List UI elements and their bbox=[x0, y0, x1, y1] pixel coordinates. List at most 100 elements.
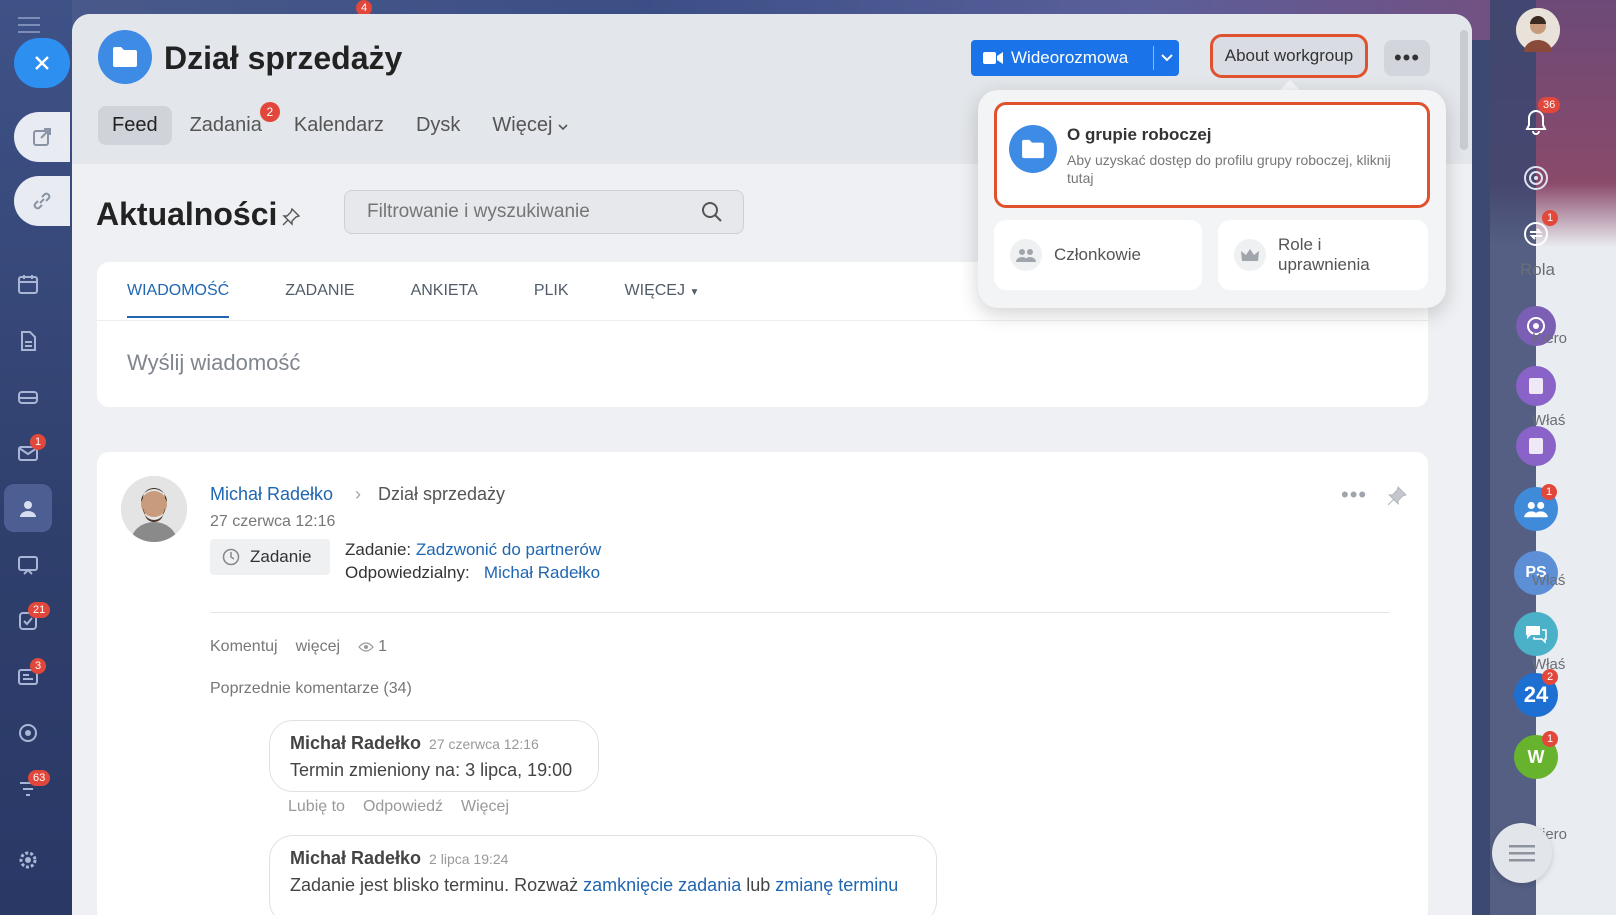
scrollbar[interactable] bbox=[1460, 30, 1468, 150]
comment-bubble: Michał Radełko 27 czerwca 12:16 Termin zm… bbox=[269, 720, 599, 792]
chevron-down-icon bbox=[1160, 54, 1173, 62]
board-icon[interactable] bbox=[14, 551, 42, 579]
views: 1 bbox=[358, 638, 387, 656]
group-avatar bbox=[98, 30, 152, 84]
members-item[interactable]: Członkowie bbox=[994, 220, 1202, 290]
reply-link[interactable]: Odpowiedź bbox=[363, 798, 443, 816]
target-icon[interactable] bbox=[14, 719, 42, 747]
comment-text-part: lub bbox=[741, 875, 776, 895]
caret-down-icon: ▼ bbox=[689, 287, 700, 298]
more-options-button[interactable]: ••• bbox=[1384, 40, 1430, 76]
tab-more-label: Więcej bbox=[492, 114, 553, 136]
open-menu-button[interactable] bbox=[1492, 823, 1552, 883]
composer-tab-more[interactable]: WIĘCEJ ▼ bbox=[625, 282, 700, 318]
hamburger-icon[interactable] bbox=[18, 16, 40, 39]
calendar-icon[interactable] bbox=[14, 270, 42, 298]
tab-drive[interactable]: Dysk bbox=[402, 106, 474, 145]
pin-icon[interactable] bbox=[282, 207, 301, 231]
previous-comments-link[interactable]: Poprzednie komentarze (34) bbox=[210, 680, 412, 698]
composer-divider bbox=[97, 320, 1428, 321]
roles-item[interactable]: Role i uprawnienia bbox=[1218, 220, 1428, 290]
about-workgroup-button[interactable]: About workgroup bbox=[1210, 34, 1368, 78]
tab-more[interactable]: Więcej bbox=[478, 106, 582, 145]
tab-tasks[interactable]: Zadania 2 bbox=[176, 102, 280, 145]
responsible-name[interactable]: Michał Radełko bbox=[484, 563, 600, 582]
author-avatar[interactable] bbox=[121, 476, 187, 542]
members-icon bbox=[1010, 239, 1042, 271]
task-prefix: Zadanie: bbox=[345, 540, 412, 559]
comment-date[interactable]: 2 lipca 19:24 bbox=[429, 851, 508, 867]
comment-author[interactable]: Michał Radełko bbox=[290, 848, 421, 868]
post-pin-icon[interactable] bbox=[1387, 486, 1407, 511]
chevron-right-icon: › bbox=[355, 484, 361, 504]
close-button[interactable] bbox=[14, 38, 70, 88]
like-link[interactable]: Lubię to bbox=[288, 798, 345, 816]
composer-tab-file[interactable]: PLIK bbox=[534, 282, 569, 318]
comment-bubble: Michał Radełko 2 lipca 19:24 Zadanie jest… bbox=[269, 835, 937, 915]
feed-post: Michał Radełko › Dział sprzedaży 27 czer… bbox=[97, 452, 1428, 915]
task-line: Zadanie: Zadzwonić do partnerów bbox=[345, 540, 601, 560]
composer-tab-task[interactable]: ZADANIE bbox=[285, 282, 354, 318]
folder-icon bbox=[1009, 125, 1057, 173]
post-date[interactable]: 27 czerwca 12:16 bbox=[210, 513, 335, 531]
task-link[interactable]: Zadzwonić do partnerów bbox=[416, 540, 601, 559]
responsible-label: Odpowiedzialny: bbox=[345, 563, 470, 582]
message-input[interactable]: Wyślij wiadomość bbox=[127, 350, 300, 376]
task-tag-label: Zadanie bbox=[250, 547, 312, 566]
chat-bubbles-avatar[interactable] bbox=[1514, 612, 1558, 656]
list-icon bbox=[1509, 845, 1535, 862]
settings-icon[interactable] bbox=[14, 846, 42, 874]
activity-icon[interactable] bbox=[1522, 164, 1550, 197]
post-more-button[interactable]: ••• bbox=[1341, 482, 1367, 508]
comment-author[interactable]: Michał Radełko bbox=[290, 733, 421, 753]
tab-calendar[interactable]: Kalendarz bbox=[280, 106, 398, 145]
search-input[interactable] bbox=[365, 200, 701, 224]
drive-icon[interactable] bbox=[14, 383, 42, 411]
change-deadline-link[interactable]: zmianę terminu bbox=[775, 875, 898, 895]
comment-date[interactable]: 27 czerwca 12:16 bbox=[429, 736, 539, 752]
group-nav: Feed Zadania 2 Kalendarz Dysk Więcej bbox=[98, 102, 586, 145]
tab-drive-label: Dysk bbox=[415, 114, 461, 136]
side-text: Kiero bbox=[1532, 330, 1568, 347]
search-icon bbox=[702, 202, 722, 222]
chat-avatar[interactable] bbox=[1516, 366, 1556, 406]
video-call-label: Wideorozmowa bbox=[1011, 48, 1129, 67]
comment-text: Zadanie jest blisko terminu. Rozważ zamk… bbox=[290, 875, 916, 896]
about-workgroup-popup: O grupie roboczej Aby uzyskać dostęp do … bbox=[978, 90, 1446, 308]
composer-tab-more-label: WIĘCEJ bbox=[624, 282, 685, 299]
post-destination[interactable]: Dział sprzedaży bbox=[378, 484, 505, 505]
about-group-item[interactable]: O grupie roboczej Aby uzyskać dostęp do … bbox=[994, 102, 1430, 208]
video-call-dropdown[interactable] bbox=[1154, 54, 1179, 62]
more-link[interactable]: więcej bbox=[296, 638, 340, 656]
chat-avatar[interactable] bbox=[1516, 426, 1556, 466]
filter-badge: 63 bbox=[28, 770, 51, 786]
post-actions: Komentuj więcej 1 bbox=[210, 638, 387, 656]
comment-more-link[interactable]: Więcej bbox=[461, 798, 509, 816]
user-avatar[interactable] bbox=[1516, 8, 1560, 52]
external-link-icon bbox=[33, 128, 51, 146]
copy-link-button[interactable] bbox=[14, 176, 70, 226]
bell-icon[interactable] bbox=[1524, 109, 1548, 140]
video-call-button[interactable]: Wideorozmowa bbox=[971, 40, 1179, 76]
crown-icon bbox=[1234, 239, 1266, 271]
close-task-link[interactable]: zamknięcie zadania bbox=[583, 875, 741, 895]
close-icon bbox=[35, 56, 49, 70]
link-icon bbox=[33, 192, 51, 210]
about-group-description: Aby uzyskać dostęp do profilu grupy robo… bbox=[1067, 152, 1391, 186]
composer-tab-message[interactable]: WIADOMOŚĆ bbox=[127, 282, 230, 318]
comment-link[interactable]: Komentuj bbox=[210, 638, 278, 656]
group-title: Dział sprzedaży bbox=[164, 40, 403, 76]
tab-tasks-label: Zadania bbox=[189, 114, 262, 136]
composer-tabs: WIADOMOŚĆ ZADANIE ANKIETA PLIK WIĘCEJ ▼ bbox=[127, 282, 755, 318]
open-in-new-window-button[interactable] bbox=[14, 112, 70, 162]
about-group-title: O grupie roboczej bbox=[1067, 125, 1212, 144]
members-label: Członkowie bbox=[1054, 245, 1141, 264]
document-icon[interactable] bbox=[14, 327, 42, 355]
bitrix24-badge: 2 bbox=[1542, 669, 1559, 685]
post-author[interactable]: Michał Radełko bbox=[210, 484, 333, 505]
composer-tab-poll[interactable]: ANKIETA bbox=[411, 282, 478, 318]
tab-feed[interactable]: Feed bbox=[98, 106, 172, 145]
workgroups-icon[interactable] bbox=[14, 495, 42, 523]
comment-actions: Lubię to Odpowiedź Więcej bbox=[288, 798, 509, 816]
search-box[interactable] bbox=[344, 190, 744, 234]
